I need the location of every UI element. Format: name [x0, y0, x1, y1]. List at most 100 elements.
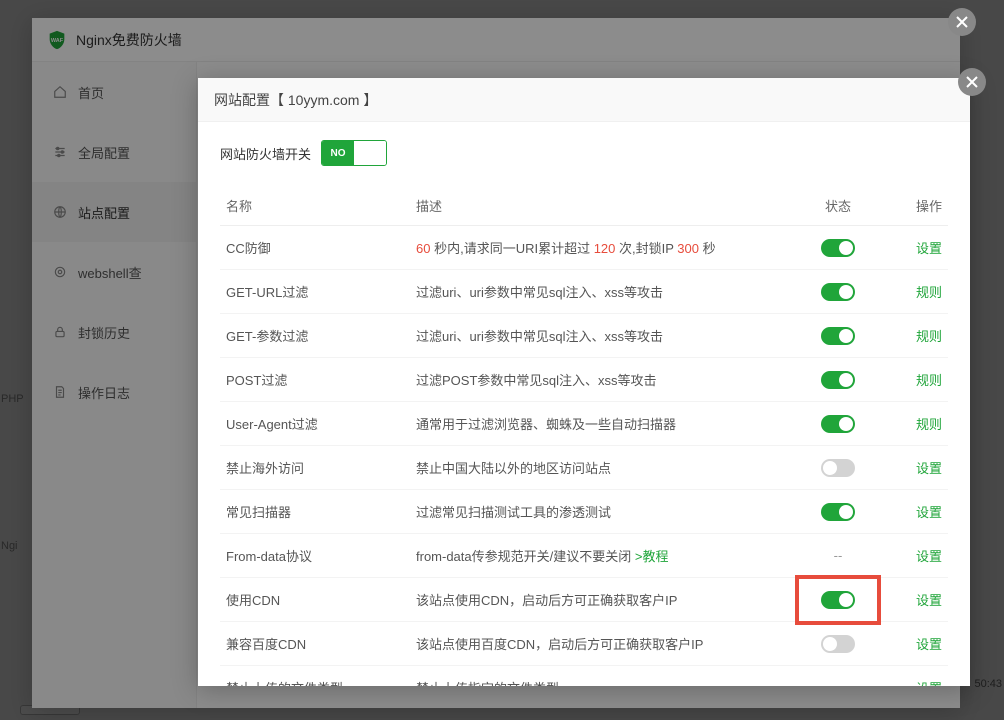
- toggle-knob: [839, 285, 853, 299]
- rule-name: 禁止海外访问: [220, 446, 410, 490]
- rule-toggle[interactable]: [821, 415, 855, 433]
- rule-action-link[interactable]: 设置: [916, 241, 942, 256]
- rule-action-link[interactable]: 设置: [916, 593, 942, 608]
- th-action: 操作: [888, 186, 948, 226]
- rule-action: 设置: [888, 666, 948, 687]
- rule-name: From-data协议: [220, 534, 410, 578]
- rule-action-link[interactable]: 规则: [916, 285, 942, 300]
- rule-action-link[interactable]: 设置: [916, 549, 942, 564]
- table-row: 兼容百度CDN该站点使用百度CDN，启动后方可正确获取客户IP 设置: [220, 622, 948, 666]
- rule-action-link[interactable]: 规则: [916, 417, 942, 432]
- table-row: User-Agent过滤通常用于过滤浏览器、蜘蛛及一些自动扫描器 规则: [220, 402, 948, 446]
- rule-action-link[interactable]: 设置: [916, 505, 942, 520]
- rule-name: CC防御: [220, 226, 410, 270]
- rule-action: 设置: [888, 226, 948, 270]
- rule-status: [788, 226, 888, 270]
- rule-desc: 过滤uri、uri参数中常见sql注入、xss等攻击: [410, 314, 788, 358]
- rule-action: 设置: [888, 578, 948, 622]
- rules-table: 名称 描述 状态 操作 CC防御60 秒内,请求同一URI累计超过 120 次,…: [220, 186, 948, 686]
- toggle-knob: [839, 593, 853, 607]
- rule-action-link[interactable]: 规则: [916, 329, 942, 344]
- rule-status: [788, 578, 888, 622]
- table-row: 使用CDN该站点使用CDN，启动后方可正确获取客户IP 设置: [220, 578, 948, 622]
- rule-action-link[interactable]: 规则: [916, 373, 942, 388]
- rule-name: 兼容百度CDN: [220, 622, 410, 666]
- rule-toggle[interactable]: [821, 591, 855, 609]
- rule-toggle[interactable]: [821, 239, 855, 257]
- table-row: GET-参数过滤过滤uri、uri参数中常见sql注入、xss等攻击 规则: [220, 314, 948, 358]
- rule-name: 常见扫描器: [220, 490, 410, 534]
- rule-status: [788, 446, 888, 490]
- rule-status: --: [788, 666, 888, 687]
- status-dash: --: [834, 680, 843, 686]
- toggle-off-side: [354, 141, 386, 165]
- rule-name: POST过滤: [220, 358, 410, 402]
- rule-status: [788, 622, 888, 666]
- rule-action: 设置: [888, 490, 948, 534]
- rule-status: [788, 358, 888, 402]
- rule-name: GET-URL过滤: [220, 270, 410, 314]
- th-desc: 描述: [410, 186, 788, 226]
- rule-status: [788, 314, 888, 358]
- rule-action: 规则: [888, 270, 948, 314]
- rule-action: 规则: [888, 314, 948, 358]
- close-icon: [966, 76, 978, 88]
- firewall-master-toggle[interactable]: NO: [321, 140, 387, 166]
- rule-action-link[interactable]: 设置: [916, 637, 942, 652]
- inner-body: 网站防火墙开关 NO 名称 描述 状态 操作 CC防御60 秒内,请求同一URI…: [198, 122, 970, 686]
- rule-action: 规则: [888, 402, 948, 446]
- rule-action-link[interactable]: 设置: [916, 681, 942, 686]
- rule-toggle[interactable]: [821, 503, 855, 521]
- rule-toggle[interactable]: [821, 459, 855, 477]
- toggle-knob: [839, 373, 853, 387]
- inner-title-bar: 网站配置【 10yym.com 】: [198, 78, 970, 122]
- toggle-knob: [839, 505, 853, 519]
- rule-desc: 禁止中国大陆以外的地区访问站点: [410, 446, 788, 490]
- rule-action: 规则: [888, 358, 948, 402]
- rule-name: 使用CDN: [220, 578, 410, 622]
- rule-desc: 禁止上传指定的文件类型: [410, 666, 788, 687]
- rule-action: 设置: [888, 446, 948, 490]
- rule-status: --: [788, 534, 888, 578]
- rule-desc: from-data传参规范开关/建议不要关闭 >教程: [410, 534, 788, 578]
- table-row: CC防御60 秒内,请求同一URI累计超过 120 次,封锁IP 300 秒 设置: [220, 226, 948, 270]
- rule-toggle[interactable]: [821, 283, 855, 301]
- rule-toggle[interactable]: [821, 635, 855, 653]
- rule-status: [788, 270, 888, 314]
- inner-modal: 网站配置【 10yym.com 】 网站防火墙开关 NO 名称 描述 状态 操作…: [198, 78, 970, 686]
- table-row: 禁止上传的文件类型禁止上传指定的文件类型 -- 设置: [220, 666, 948, 687]
- table-row: 常见扫描器过滤常见扫描测试工具的渗透测试 设置: [220, 490, 948, 534]
- rule-action: 设置: [888, 622, 948, 666]
- rule-desc: 通常用于过滤浏览器、蜘蛛及一些自动扫描器: [410, 402, 788, 446]
- rule-desc: 60 秒内,请求同一URI累计超过 120 次,封锁IP 300 秒: [410, 226, 788, 270]
- rule-desc: 该站点使用CDN，启动后方可正确获取客户IP: [410, 578, 788, 622]
- rule-status: [788, 402, 888, 446]
- rule-name: 禁止上传的文件类型: [220, 666, 410, 687]
- th-status: 状态: [788, 186, 888, 226]
- inner-close-button[interactable]: [958, 68, 986, 96]
- toggle-knob: [839, 417, 853, 431]
- toggle-knob: [839, 241, 853, 255]
- inner-title-text: 网站配置【 10yym.com 】: [214, 90, 377, 110]
- rule-toggle[interactable]: [821, 371, 855, 389]
- toggle-knob: [839, 329, 853, 343]
- outer-close-button[interactable]: [948, 8, 976, 36]
- table-row: GET-URL过滤过滤uri、uri参数中常见sql注入、xss等攻击规则: [220, 270, 948, 314]
- table-row: POST过滤过滤POST参数中常见sql注入、xss等攻击规则: [220, 358, 948, 402]
- rule-toggle[interactable]: [821, 327, 855, 345]
- table-row: 禁止海外访问禁止中国大陆以外的地区访问站点 设置: [220, 446, 948, 490]
- rule-name: User-Agent过滤: [220, 402, 410, 446]
- rule-action-link[interactable]: 设置: [916, 461, 942, 476]
- tutorial-link[interactable]: >教程: [635, 549, 669, 564]
- toggle-on-side: NO: [322, 141, 354, 165]
- firewall-switch-label: 网站防火墙开关: [220, 144, 311, 163]
- close-icon: [956, 16, 968, 28]
- th-name: 名称: [220, 186, 410, 226]
- status-dash: --: [834, 548, 843, 563]
- rule-desc: 过滤常见扫描测试工具的渗透测试: [410, 490, 788, 534]
- toggle-knob: [823, 637, 837, 651]
- rule-name: GET-参数过滤: [220, 314, 410, 358]
- toggle-knob: [823, 461, 837, 475]
- rule-action: 设置: [888, 534, 948, 578]
- rule-desc: 该站点使用百度CDN，启动后方可正确获取客户IP: [410, 622, 788, 666]
